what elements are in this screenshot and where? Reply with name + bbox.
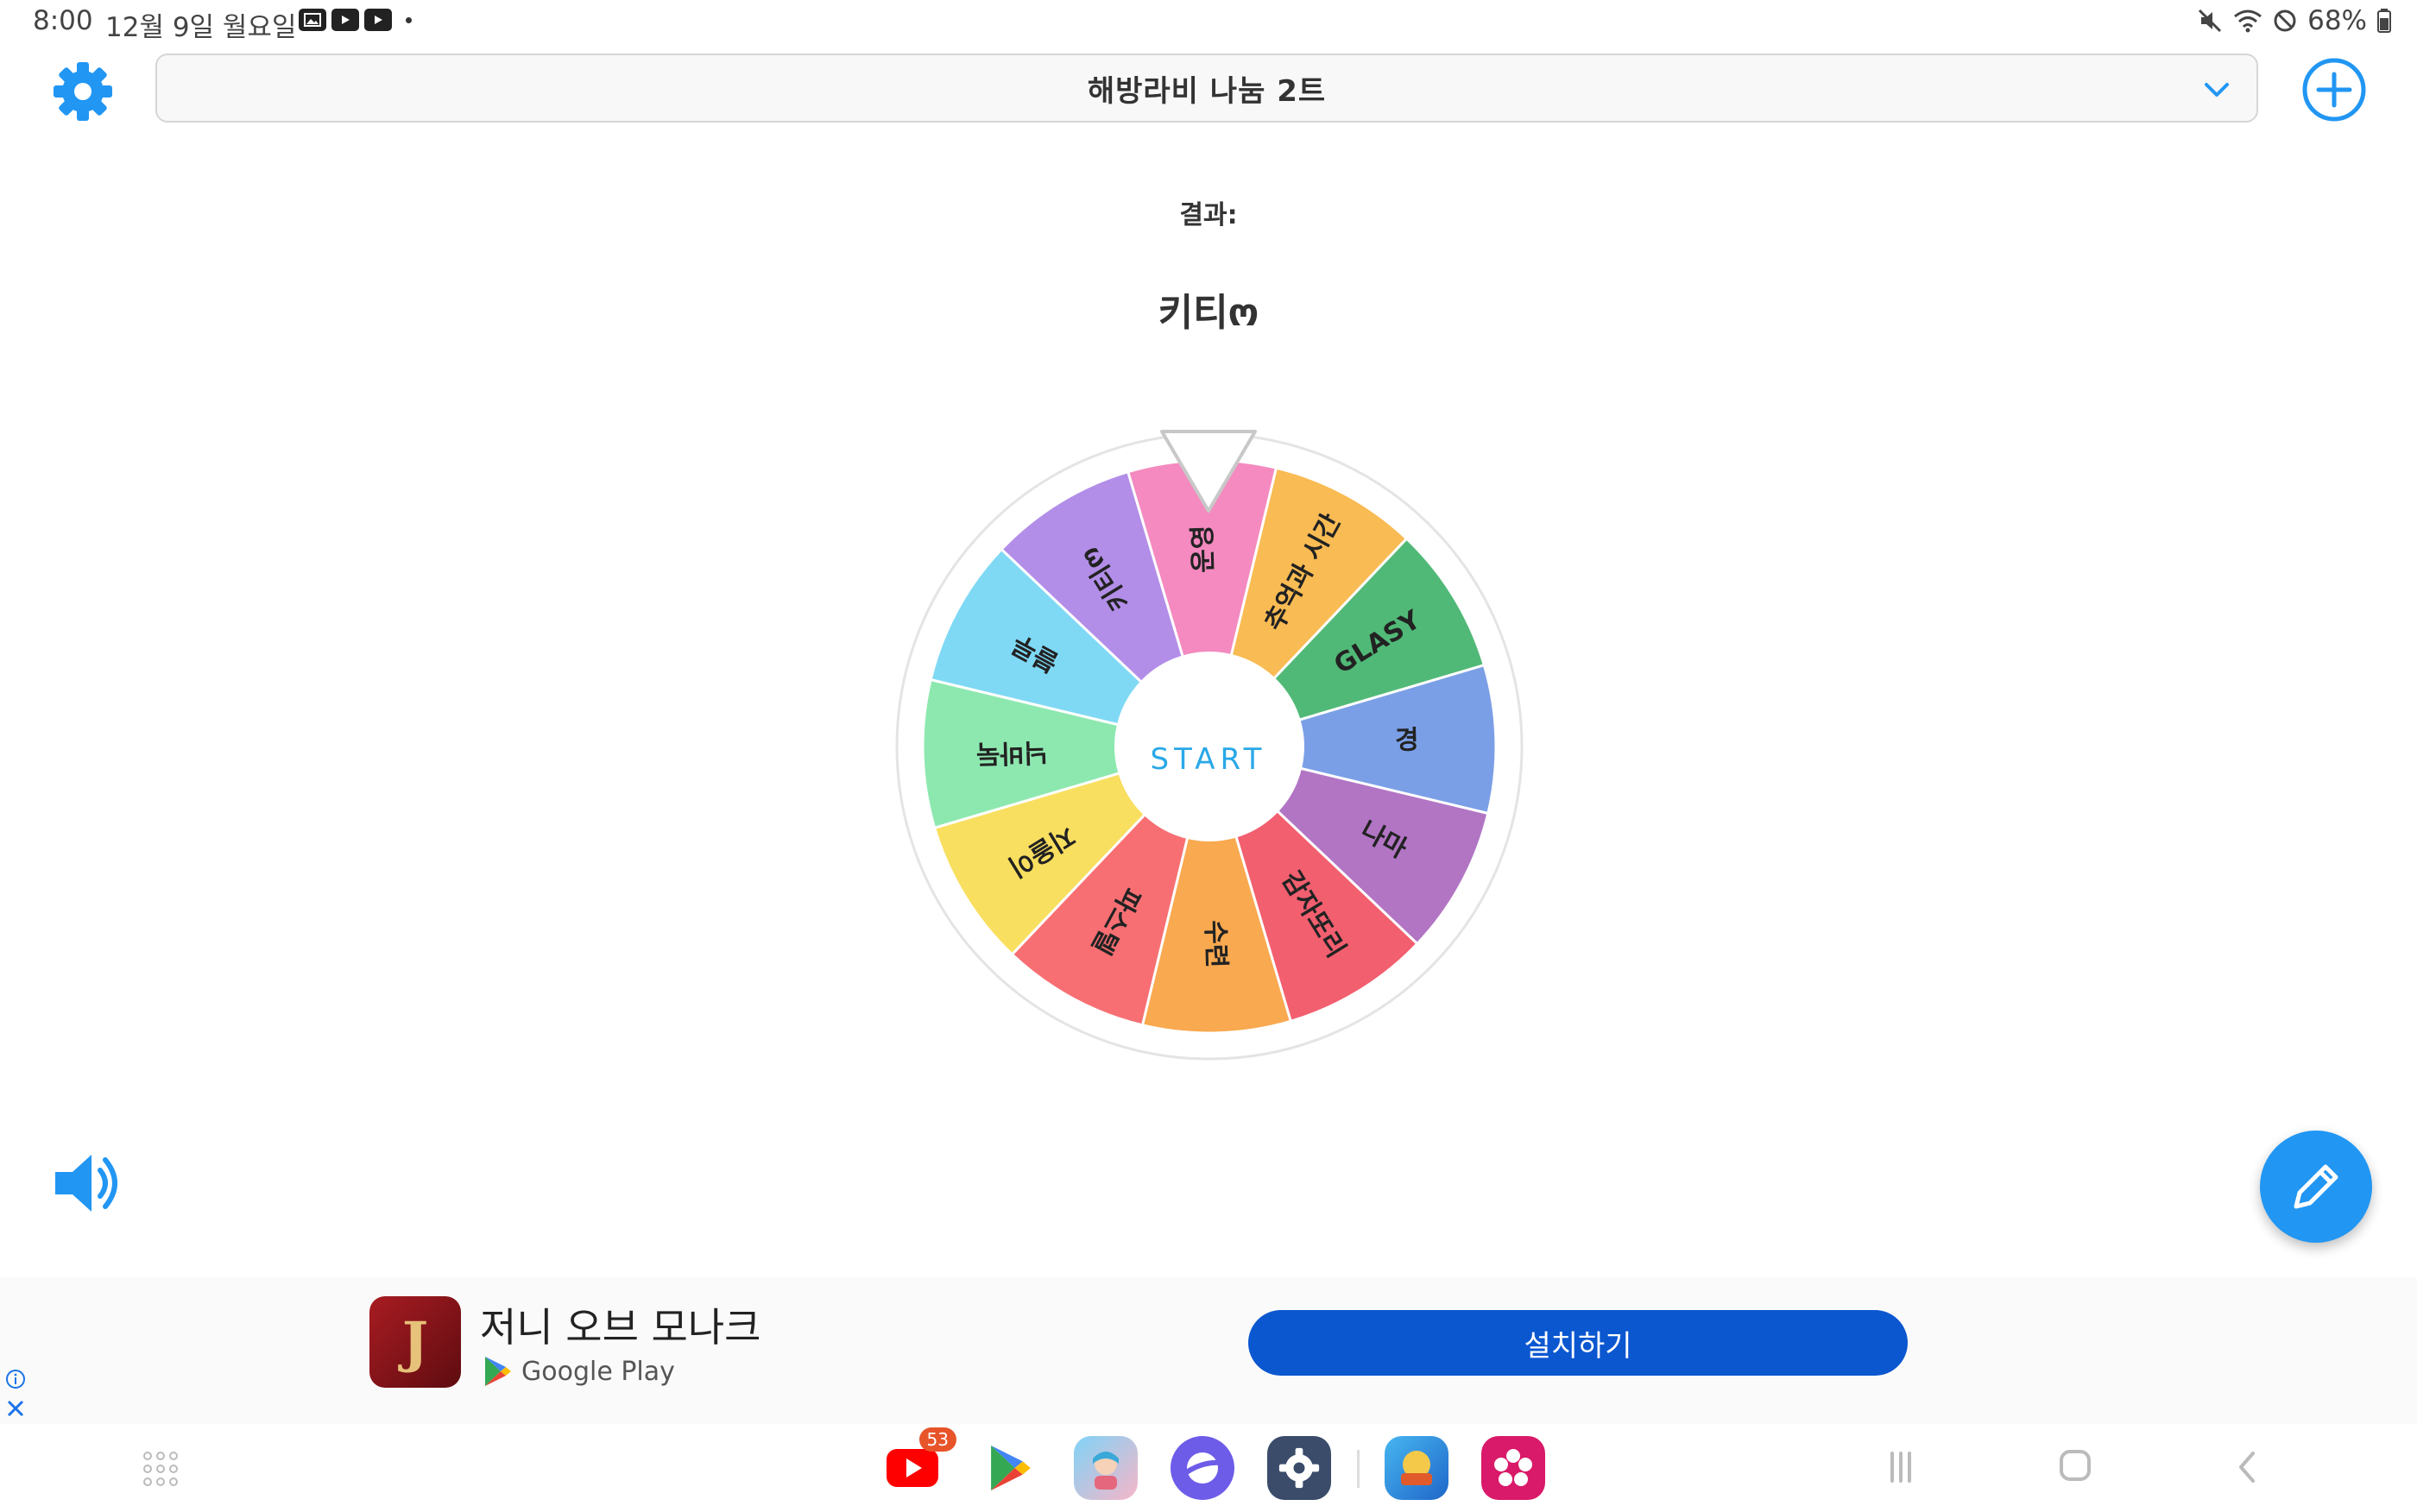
status-time: 8:00 bbox=[33, 5, 93, 36]
wheel-select-dropdown[interactable]: 해방라비 나눔 2트 bbox=[155, 54, 2258, 123]
battery-percent: 68% bbox=[2307, 5, 2367, 36]
flower-app-icon[interactable] bbox=[1481, 1436, 1545, 1500]
avatar-game-app-icon[interactable] bbox=[1074, 1436, 1138, 1500]
ad-install-button[interactable]: 설치하기 bbox=[1248, 1310, 1908, 1376]
result-label: 결과: bbox=[1179, 200, 1238, 230]
youtube-badge: 53 bbox=[918, 1427, 956, 1452]
ad-app-icon[interactable]: J bbox=[369, 1296, 461, 1388]
pencil-icon bbox=[2294, 1164, 2338, 1209]
ad-store-badge: Google Play bbox=[483, 1355, 675, 1388]
wheel-pointer-icon bbox=[1160, 430, 1257, 513]
more-notifications-dot bbox=[406, 16, 412, 23]
result-value: 키티ო bbox=[1158, 291, 1259, 335]
wheel-segment-label: 수련 bbox=[1200, 920, 1231, 968]
add-wheel-button[interactable] bbox=[2301, 57, 2367, 123]
ad-banner[interactable]: J 저니 오브 모나크 Google Play 설치하기 bbox=[0, 1277, 2417, 1424]
ad-app-icon-letter: J bbox=[401, 1309, 429, 1375]
recent-apps-button[interactable] bbox=[1885, 1452, 1916, 1486]
wheel-segment-label: 경 bbox=[1395, 725, 1420, 756]
start-button[interactable]: START bbox=[1114, 670, 1303, 849]
youtube-notification-icon-2 bbox=[364, 9, 392, 31]
anniversary-game-app-icon[interactable] bbox=[1385, 1436, 1448, 1500]
dock-separator bbox=[1357, 1450, 1360, 1488]
back-button[interactable] bbox=[2234, 1450, 2260, 1484]
edit-button[interactable] bbox=[2260, 1131, 2372, 1243]
samsung-internet-app-icon[interactable] bbox=[1171, 1436, 1234, 1500]
gear-icon bbox=[54, 62, 112, 121]
chevron-down-icon bbox=[2205, 83, 2229, 97]
sound-toggle-button[interactable] bbox=[48, 1144, 126, 1222]
settings-app-icon[interactable] bbox=[1267, 1436, 1331, 1500]
play-store-app-icon[interactable] bbox=[979, 1436, 1043, 1500]
ad-store-name: Google Play bbox=[521, 1356, 675, 1387]
google-play-icon bbox=[485, 1357, 511, 1386]
youtube-notification-icon bbox=[331, 9, 359, 31]
settings-button[interactable] bbox=[48, 57, 117, 126]
status-bar: 8:00 12월 9일 월요일 68% bbox=[0, 0, 2417, 45]
wifi-icon bbox=[2234, 9, 2262, 33]
ad-close-icon[interactable] bbox=[5, 1398, 26, 1419]
gallery-notification-icon bbox=[299, 9, 326, 31]
app-drawer-icon[interactable] bbox=[143, 1452, 178, 1486]
taskbar: 53 bbox=[0, 1424, 2417, 1512]
youtube-app-icon[interactable]: 53 bbox=[880, 1427, 956, 1500]
do-not-disturb-icon bbox=[2274, 9, 2296, 32]
home-button[interactable] bbox=[2060, 1450, 2091, 1481]
ad-app-name[interactable]: 저니 오브 모나크 bbox=[480, 1296, 760, 1353]
status-date: 12월 9일 월요일 bbox=[105, 12, 297, 43]
wheel-title: 해방라비 나눔 2트 bbox=[1087, 73, 1327, 109]
wheel-segment-label: 닉바둑 bbox=[975, 736, 1048, 768]
ad-info-icon[interactable] bbox=[5, 1369, 26, 1389]
notification-icons bbox=[299, 9, 412, 31]
battery-icon bbox=[2377, 9, 2391, 33]
mute-icon bbox=[2199, 9, 2222, 33]
status-right: 68% bbox=[2197, 5, 2391, 36]
wheel-segment-label: 운영 bbox=[1188, 525, 1219, 573]
